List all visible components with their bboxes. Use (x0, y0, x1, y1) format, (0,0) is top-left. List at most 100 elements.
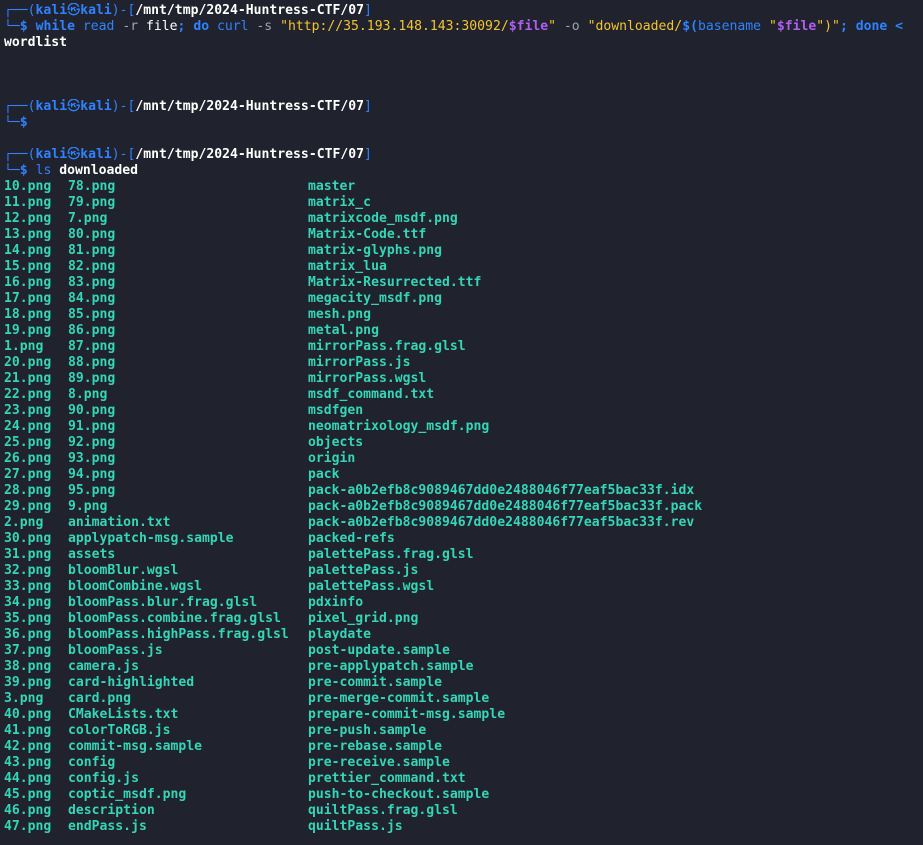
file-entry: 89.png (68, 371, 116, 386)
file-entry: 17.png (4, 291, 52, 306)
terminal-window[interactable]: ┌──(kali㉿kali)-[/mnt/tmp/2024-Huntress-C… (4, 3, 923, 835)
ls-output-row: 30.png applypatch-msg.sample packed-refs (4, 531, 923, 547)
file-entry: 15.png (4, 259, 52, 274)
file-entry: camera.js (68, 659, 139, 674)
file-entry: endPass.js (68, 819, 147, 834)
command-line[interactable]: └─$ (4, 115, 923, 131)
command-line[interactable]: └─$ ls downloaded (4, 163, 923, 179)
ls-output-row: 31.png assets palettePass.frag.glsl (4, 547, 923, 563)
file-entry: megacity_msdf.png (308, 291, 443, 306)
file-entry: 86.png (68, 323, 116, 338)
prompt-dollar: $ (19, 163, 28, 178)
basename-quote-close: " (816, 19, 825, 34)
url-string: "http://35.193.148.143:30092/ (280, 19, 509, 34)
output-path-string: "downloaded/ (587, 19, 683, 34)
prompt-bracket-close: ] (364, 147, 372, 162)
file-entry: 26.png (4, 451, 52, 466)
prompt-user: kali (35, 3, 68, 18)
file-entry: assets (68, 547, 116, 562)
file-entry: pack-a0b2efb8c9089467dd0e2488046f77eaf5b… (308, 483, 695, 498)
ls-output-row: 32.png bloomBlur.wgsl palettePass.js (4, 563, 923, 579)
file-entry: 34.png (4, 595, 52, 610)
prompt-bracket: )-[ (111, 147, 136, 162)
ls-output-row: 47.png endPass.js quiltPass.js (4, 819, 923, 835)
prompt-dollar: $ (19, 115, 28, 130)
file-entry: bloomCombine.wgsl (68, 579, 203, 594)
file-entry: quiltPass.js (308, 819, 403, 834)
file-entry: 9.png (68, 499, 108, 514)
file-entry: 92.png (68, 435, 116, 450)
file-entry: 39.png (4, 675, 52, 690)
file-entry: 36.png (4, 627, 52, 642)
file-entry: pre-receive.sample (308, 755, 450, 770)
file-entry: 88.png (68, 355, 116, 370)
file-entry: 35.png (4, 611, 52, 626)
prompt-cwd: /mnt/tmp/2024-Huntress-CTF/07 (135, 147, 365, 162)
file-entry: 1.png (4, 339, 44, 354)
ls-output-row: 34.png bloomPass.blur.frag.glsl pdxinfo (4, 595, 923, 611)
command-read: read (82, 19, 115, 34)
subst-open: $( (682, 19, 698, 34)
file-entry: metal.png (308, 323, 379, 338)
url-string-end: " (548, 19, 557, 34)
keyword-while: while (35, 19, 75, 34)
file-entry: mirrorPass.wgsl (308, 371, 427, 386)
file-entry: animation.txt (68, 515, 171, 530)
file-entry: 81.png (68, 243, 116, 258)
prompt-box-top: ┌──( (4, 147, 36, 162)
file-entry: 46.png (4, 803, 52, 818)
file-entry: 20.png (4, 355, 52, 370)
file-entry: 24.png (4, 419, 52, 434)
prompt-bracket-close: ] (364, 99, 372, 114)
file-entry: 79.png (68, 195, 116, 210)
prompt-box-bottom: └─ (4, 115, 20, 130)
file-entry: config.js (68, 771, 139, 786)
ls-output-row: 43.png config pre-receive.sample (4, 755, 923, 771)
prompt-at-symbol: ㉿ (67, 3, 81, 18)
file-entry: commit-msg.sample (68, 739, 203, 754)
url-variable: $file (508, 19, 549, 34)
prompt-at-symbol: ㉿ (67, 99, 81, 114)
file-entry: 93.png (68, 451, 116, 466)
prompt-host: kali (80, 99, 112, 114)
file-entry: 95.png (68, 483, 116, 498)
file-entry: 83.png (68, 275, 116, 290)
file-entry: 21.png (4, 371, 52, 386)
file-entry: neomatrixology_msdf.png (308, 419, 490, 434)
file-entry: 16.png (4, 275, 52, 290)
file-entry: mesh.png (308, 307, 372, 322)
file-entry: coptic_msdf.png (68, 787, 187, 802)
prompt-cwd: /mnt/tmp/2024-Huntress-CTF/07 (135, 99, 365, 114)
prompt-bracket: )-[ (111, 99, 136, 114)
subst-close: )" (824, 19, 840, 34)
file-entry: colorToRGB.js (68, 723, 171, 738)
command-line[interactable]: └─$ while read -r file; do curl -s "http… (4, 19, 923, 35)
file-entry: 14.png (4, 243, 52, 258)
file-entry: pack-a0b2efb8c9089467dd0e2488046f77eaf5b… (308, 499, 703, 514)
ls-output-row: 28.png 95.png pack-a0b2efb8c9089467dd0e248… (4, 483, 923, 499)
ls-output-row: 42.png commit-msg.sample pre-rebase.sample (4, 739, 923, 755)
file-entry: 29.png (4, 499, 52, 514)
ls-output-row: 29.png 9.png pack-a0b2efb8c9089467dd0e2488… (4, 499, 923, 515)
basename-variable: $file (776, 19, 817, 34)
file-entry: 3.png (4, 691, 44, 706)
ls-output-row: 14.png 81.png matrix-glyphs.png (4, 243, 923, 259)
file-entry: pre-applypatch.sample (308, 659, 474, 674)
file-entry: post-update.sample (308, 643, 450, 658)
prompt-cwd: /mnt/tmp/2024-Huntress-CTF/07 (135, 3, 365, 18)
ls-output-row: 20.png 88.png mirrorPass.js (4, 355, 923, 371)
ls-argument: downloaded (59, 163, 139, 178)
file-entry: 38.png (4, 659, 52, 674)
file-entry: msdf_command.txt (308, 387, 435, 402)
file-entry: playdate (308, 627, 372, 642)
ls-output-row: 12.png 7.png matrixcode_msdf.png (4, 211, 923, 227)
file-entry: bloomBlur.wgsl (68, 563, 179, 578)
file-entry: 78.png (68, 179, 116, 194)
prompt-host: kali (80, 147, 112, 162)
read-variable: file (145, 19, 178, 34)
ls-output-row: 2.png animation.txt pack-a0b2efb8c9089467d… (4, 515, 923, 531)
ls-output-row: 36.png bloomPass.highPass.frag.glsl playda… (4, 627, 923, 643)
ls-output-row: 40.png CMakeLists.txt prepare-commit-msg.s… (4, 707, 923, 723)
command-ls: ls (35, 163, 52, 178)
file-entry: pre-commit.sample (308, 675, 443, 690)
